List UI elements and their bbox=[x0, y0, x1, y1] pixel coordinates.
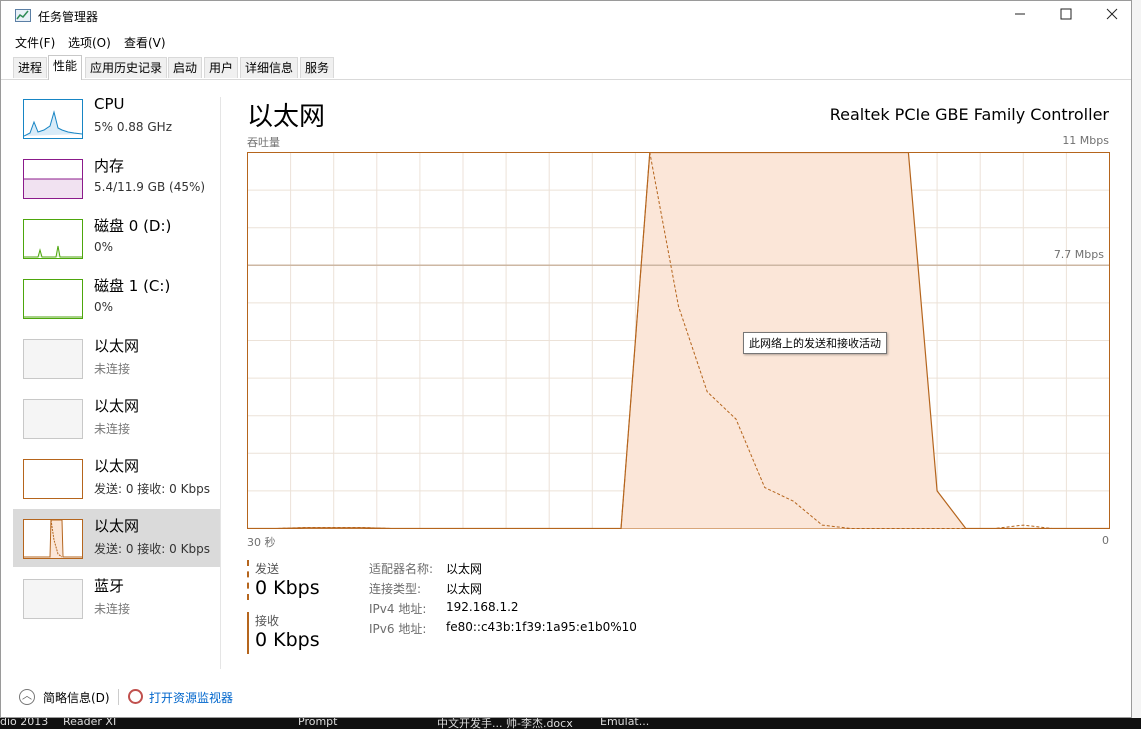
sidebar-item-ethernet-3[interactable]: 以太网 发送: 0 接收: 0 Kbps bbox=[13, 449, 220, 507]
throughput-chart[interactable]: 7.7 Mbps bbox=[247, 152, 1110, 529]
tab-app-history[interactable]: 应用历史记录 bbox=[85, 57, 168, 78]
menu-bar: 文件(F) 选项(O) 查看(V) bbox=[1, 31, 1131, 53]
ethernet-thumbnail bbox=[23, 459, 83, 499]
sidebar-item-value: 未连接 bbox=[94, 362, 131, 376]
taskbar: dio 2013 Reader XI Prompt 中文开发手... 帅-李杰.… bbox=[0, 718, 1141, 729]
taskbar-item[interactable]: Emulat... bbox=[600, 718, 649, 728]
resource-sidebar: CPU 5% 0.88 GHz 内存 5.4/11.9 GB (45%) 磁盘 … bbox=[13, 89, 221, 669]
connection-type-value: 以太网 bbox=[446, 582, 483, 596]
menu-view[interactable]: 查看(V) bbox=[124, 34, 166, 51]
task-manager-window: 任务管理器 文件(F) 选项(O) 查看(V) 进程 性能 应用历史记录 启动 … bbox=[0, 0, 1132, 718]
chart-time-label: 30 秒 bbox=[247, 536, 276, 549]
minimize-button[interactable] bbox=[997, 1, 1043, 31]
memory-thumbnail bbox=[23, 159, 83, 199]
background-window-edge bbox=[1132, 0, 1141, 718]
receive-value: 0 Kbps bbox=[255, 629, 320, 651]
taskbar-item[interactable]: Prompt bbox=[298, 718, 337, 728]
device-name: Realtek PCIe GBE Family Controller bbox=[829, 105, 1109, 124]
sidebar-item-ethernet-2[interactable]: 以太网 未连接 bbox=[13, 389, 220, 447]
close-button[interactable] bbox=[1089, 1, 1131, 31]
tab-services[interactable]: 服务 bbox=[300, 57, 335, 78]
adapter-name-key: 适配器名称: bbox=[369, 562, 434, 576]
fewer-details-button[interactable]: 简略信息(D) bbox=[43, 689, 110, 706]
ipv6-value: fe80::c43b:1f39:1a95:e1b0%10 bbox=[446, 620, 637, 634]
title-bar[interactable]: 任务管理器 bbox=[1, 1, 1131, 31]
chevron-up-icon[interactable]: ︿ bbox=[19, 689, 35, 705]
menu-file[interactable]: 文件(F) bbox=[15, 34, 55, 51]
sidebar-item-label: 以太网 bbox=[94, 337, 140, 355]
taskbar-item[interactable]: dio 2013 bbox=[0, 718, 48, 728]
sidebar-item-value: 发送: 0 接收: 0 Kbps bbox=[94, 542, 210, 556]
send-indicator bbox=[247, 560, 249, 600]
page-title: 以太网 bbox=[247, 102, 326, 132]
sidebar-item-label: 磁盘 0 (D:) bbox=[94, 217, 172, 235]
taskbar-item[interactable]: 中文开发手... 帅-李杰.docx bbox=[437, 718, 573, 729]
send-value: 0 Kbps bbox=[255, 577, 320, 599]
menu-options[interactable]: 选项(O) bbox=[68, 34, 111, 51]
sidebar-item-value: 0% bbox=[94, 300, 114, 314]
maximize-button[interactable] bbox=[1043, 1, 1089, 31]
sidebar-item-label: 蓝牙 bbox=[94, 577, 125, 595]
minimize-icon bbox=[1015, 13, 1025, 15]
receive-label: 接收 bbox=[255, 614, 280, 628]
sidebar-divider bbox=[220, 97, 221, 669]
ethernet-thumbnail bbox=[23, 519, 83, 559]
close-icon bbox=[1106, 8, 1118, 20]
tab-details[interactable]: 详细信息 bbox=[240, 57, 299, 78]
sidebar-item-disk-0[interactable]: 磁盘 0 (D:) 0% bbox=[13, 209, 220, 267]
bluetooth-thumbnail bbox=[23, 579, 83, 619]
task-manager-icon bbox=[15, 9, 31, 22]
sidebar-item-label: CPU bbox=[94, 95, 125, 113]
sidebar-item-value: 5.4/11.9 GB (45%) bbox=[94, 180, 206, 194]
sidebar-item-label: 以太网 bbox=[94, 397, 140, 415]
disk-0-thumbnail bbox=[23, 219, 83, 259]
chart-max-label: 11 Mbps bbox=[1062, 134, 1109, 147]
ipv4-key: IPv4 地址: bbox=[369, 602, 427, 616]
sidebar-item-memory[interactable]: 内存 5.4/11.9 GB (45%) bbox=[13, 149, 220, 207]
connection-type-key: 连接类型: bbox=[369, 582, 422, 596]
sidebar-item-bluetooth[interactable]: 蓝牙 未连接 bbox=[13, 569, 220, 627]
adapter-name-value: 以太网 bbox=[446, 562, 483, 576]
chart-y-label: 吞吐量 bbox=[247, 136, 280, 149]
sidebar-item-disk-1[interactable]: 磁盘 1 (C:) 0% bbox=[13, 269, 220, 327]
ipv6-key: IPv6 地址: bbox=[369, 622, 427, 636]
open-resource-monitor-link[interactable]: 打开资源监视器 bbox=[149, 689, 233, 706]
taskbar-item[interactable]: Reader XI bbox=[63, 718, 116, 728]
sidebar-item-value: 发送: 0 接收: 0 Kbps bbox=[94, 482, 210, 496]
tab-processes[interactable]: 进程 bbox=[13, 57, 48, 78]
ipv4-value: 192.168.1.2 bbox=[446, 600, 519, 614]
ethernet-thumbnail bbox=[23, 339, 83, 379]
footer-separator bbox=[118, 689, 119, 705]
maximize-icon bbox=[1060, 8, 1072, 20]
ethernet-thumbnail bbox=[23, 399, 83, 439]
tab-users[interactable]: 用户 bbox=[204, 57, 239, 78]
window-title: 任务管理器 bbox=[38, 10, 99, 24]
sidebar-item-cpu[interactable]: CPU 5% 0.88 GHz bbox=[13, 89, 220, 147]
sidebar-item-label: 以太网 bbox=[94, 457, 140, 475]
sidebar-item-value: 5% 0.88 GHz bbox=[94, 120, 173, 134]
tab-performance[interactable]: 性能 bbox=[48, 55, 83, 80]
footer: ︿ 简略信息(D) 打开资源监视器 bbox=[1, 681, 1131, 713]
sidebar-item-ethernet-1[interactable]: 以太网 未连接 bbox=[13, 329, 220, 387]
sidebar-item-value: 未连接 bbox=[94, 602, 131, 616]
sidebar-item-value: 0% bbox=[94, 240, 114, 254]
tab-bar: 进程 性能 应用历史记录 启动 用户 详细信息 服务 bbox=[1, 55, 1131, 80]
sidebar-item-label: 磁盘 1 (C:) bbox=[94, 277, 171, 295]
receive-indicator bbox=[247, 612, 249, 654]
sidebar-item-value: 未连接 bbox=[94, 422, 131, 436]
cpu-thumbnail bbox=[23, 99, 83, 139]
disk-1-thumbnail bbox=[23, 279, 83, 319]
send-label: 发送 bbox=[255, 562, 280, 576]
sidebar-item-ethernet-4[interactable]: 以太网 发送: 0 接收: 0 Kbps bbox=[13, 509, 220, 567]
resource-monitor-icon[interactable] bbox=[128, 689, 143, 704]
tab-startup[interactable]: 启动 bbox=[168, 57, 203, 78]
sidebar-item-label: 内存 bbox=[94, 157, 125, 175]
chart-tooltip: 此网络上的发送和接收活动 bbox=[743, 332, 887, 354]
chart-mid-label: 7.7 Mbps bbox=[1054, 248, 1104, 261]
sidebar-item-label: 以太网 bbox=[94, 517, 140, 535]
chart-zero-label: 0 bbox=[1102, 534, 1109, 547]
